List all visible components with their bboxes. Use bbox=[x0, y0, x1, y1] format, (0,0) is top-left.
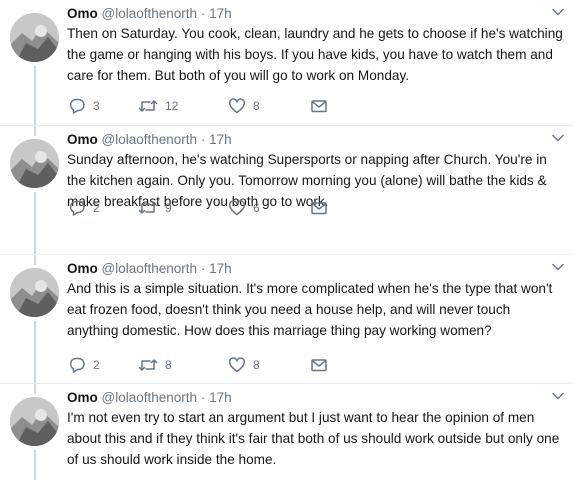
like-button[interactable]: 8 bbox=[228, 96, 260, 116]
tweet[interactable]: Omo @lolaofthenorth · 17h I'm not even t… bbox=[0, 384, 573, 480]
reply-button[interactable]: 2 bbox=[68, 355, 100, 375]
display-name[interactable]: Omo bbox=[67, 132, 98, 147]
tweet-header: Omo @lolaofthenorth · 17h bbox=[67, 132, 232, 147]
retweet-arrows-icon bbox=[138, 100, 158, 112]
chevron-down-icon[interactable] bbox=[551, 389, 565, 403]
like-count: 6 bbox=[253, 201, 260, 215]
heart-icon bbox=[228, 357, 246, 373]
like-count: 8 bbox=[253, 99, 260, 113]
user-handle[interactable]: @lolaofthenorth bbox=[102, 390, 198, 405]
tweet-text: And this is a simple situation. It's mor… bbox=[67, 278, 563, 341]
thread-connector bbox=[34, 321, 36, 384]
retweet-arrows-icon bbox=[138, 202, 158, 214]
like-count: 8 bbox=[253, 358, 260, 372]
user-handle[interactable]: @lolaofthenorth bbox=[102, 132, 198, 147]
heart-icon bbox=[228, 200, 246, 216]
user-handle[interactable]: @lolaofthenorth bbox=[102, 6, 198, 21]
display-name[interactable]: Omo bbox=[67, 6, 98, 21]
avatar[interactable] bbox=[10, 268, 59, 317]
like-button[interactable]: 8 bbox=[228, 355, 260, 375]
timestamp[interactable]: 17h bbox=[209, 261, 232, 276]
retweet-count: 12 bbox=[165, 99, 179, 113]
retweet-button[interactable]: 12 bbox=[138, 96, 178, 116]
tweet-text: I'm not even try to start an argument bu… bbox=[67, 407, 563, 470]
avatar[interactable] bbox=[10, 139, 59, 188]
retweet-count: 8 bbox=[165, 358, 172, 372]
speech-bubble-icon bbox=[69, 357, 85, 373]
retweet-button[interactable]: 8 bbox=[138, 355, 172, 375]
chevron-down-icon[interactable] bbox=[551, 260, 565, 274]
reply-button[interactable]: 3 bbox=[68, 96, 100, 116]
reply-count: 3 bbox=[93, 99, 100, 113]
tweet[interactable]: Omo @lolaofthenorth · 17h And this is a … bbox=[0, 255, 573, 384]
timestamp[interactable]: 17h bbox=[209, 6, 232, 21]
thread-connector bbox=[34, 66, 36, 126]
reply-count: 2 bbox=[93, 358, 100, 372]
like-button[interactable]: 6 bbox=[228, 198, 260, 218]
separator-dot: · bbox=[200, 6, 206, 21]
thread-connector bbox=[34, 450, 36, 480]
thread-connector bbox=[34, 192, 36, 255]
tweet[interactable]: Omo @lolaofthenorth · 17h Then on Saturd… bbox=[0, 0, 573, 126]
envelope-icon bbox=[311, 100, 327, 113]
tweet-header: Omo @lolaofthenorth · 17h bbox=[67, 261, 232, 276]
separator-dot: · bbox=[200, 390, 206, 405]
tweet-text-content: And this is a simple situation. It's mor… bbox=[67, 281, 553, 338]
direct-message-button[interactable] bbox=[310, 355, 328, 375]
separator-dot: · bbox=[200, 132, 206, 147]
tweet-header: Omo @lolaofthenorth · 17h bbox=[67, 390, 232, 405]
reply-count: 2 bbox=[93, 201, 100, 215]
heart-icon bbox=[228, 98, 246, 114]
user-handle[interactable]: @lolaofthenorth bbox=[102, 261, 198, 276]
thread-connector bbox=[34, 255, 36, 265]
thread-connector bbox=[34, 126, 36, 136]
timestamp[interactable]: 17h bbox=[209, 390, 232, 405]
display-name[interactable]: Omo bbox=[67, 390, 98, 405]
reply-button[interactable]: 2 bbox=[68, 198, 100, 218]
tweet-text: Then on Saturday. You cook, clean, laund… bbox=[67, 23, 563, 86]
avatar[interactable] bbox=[10, 397, 59, 446]
envelope-icon bbox=[311, 202, 327, 215]
tweet[interactable]: Omo @lolaofthenorth · 17h Sunday afterno… bbox=[0, 126, 573, 255]
envelope-icon bbox=[311, 359, 327, 372]
retweet-button[interactable]: 9 bbox=[138, 198, 172, 218]
tweet-header: Omo @lolaofthenorth · 17h bbox=[67, 6, 232, 21]
thread-connector bbox=[34, 384, 36, 394]
retweet-arrows-icon bbox=[138, 359, 158, 371]
speech-bubble-icon bbox=[69, 98, 85, 114]
tweet-text-content: I'm not even try to start an argument bu… bbox=[67, 410, 560, 467]
chevron-down-icon[interactable] bbox=[551, 5, 565, 19]
direct-message-button[interactable] bbox=[310, 198, 328, 218]
avatar[interactable] bbox=[10, 13, 59, 62]
tweet-text-content: Then on Saturday. You cook, clean, laund… bbox=[67, 26, 563, 83]
direct-message-button[interactable] bbox=[310, 96, 328, 116]
display-name[interactable]: Omo bbox=[67, 261, 98, 276]
timestamp[interactable]: 17h bbox=[209, 132, 232, 147]
retweet-count: 9 bbox=[165, 201, 172, 215]
chevron-down-icon[interactable] bbox=[551, 131, 565, 145]
separator-dot: · bbox=[200, 261, 206, 276]
speech-bubble-icon bbox=[69, 200, 85, 216]
